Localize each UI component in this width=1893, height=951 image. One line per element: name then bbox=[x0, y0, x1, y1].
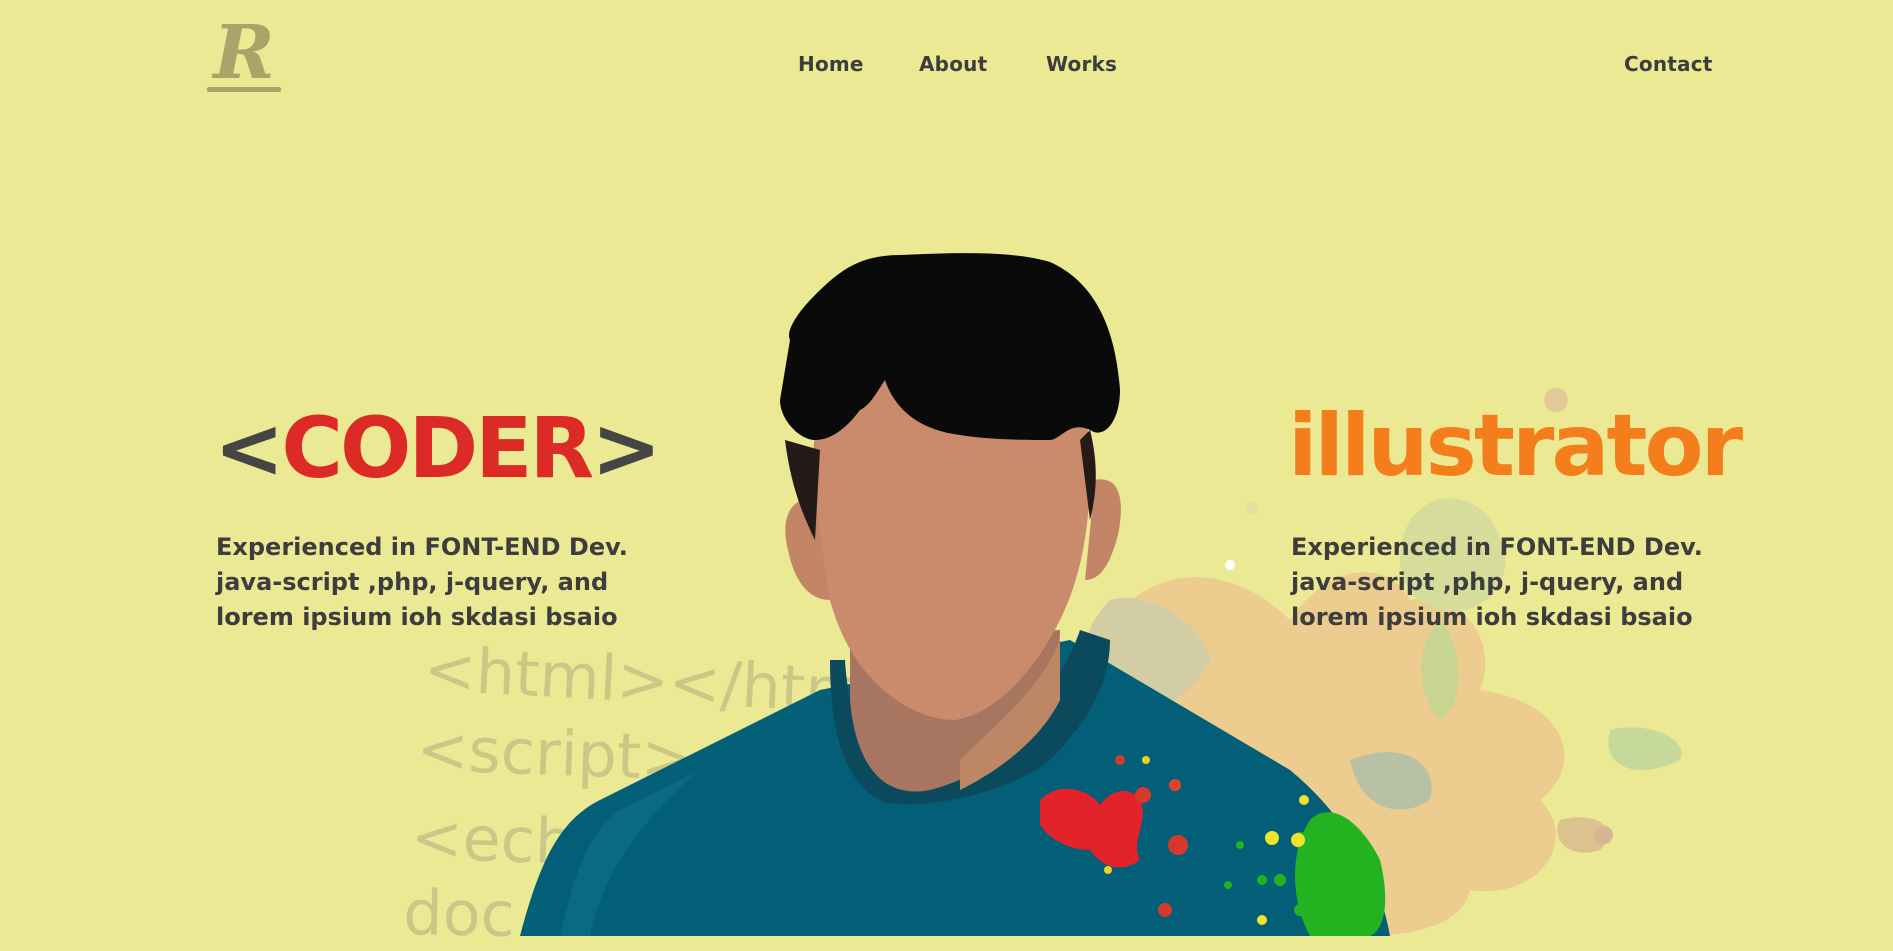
illustrator-desc-line-1: Experienced in FONT-END Dev. bbox=[1291, 533, 1703, 561]
illustrator-desc-line-2: java-script ,php, j-query, and bbox=[1291, 568, 1684, 596]
illustrator-title: illustrator bbox=[1288, 396, 1743, 496]
illustrator-desc-line-3: lorem ipsium ioh skdasi bsaio bbox=[1291, 603, 1693, 631]
coder-desc-line-2: java-script ,php, j-query, and bbox=[216, 568, 609, 596]
illustrator-description: Experienced in FONT-END Dev. java-script… bbox=[1291, 530, 1703, 635]
coder-description: Experienced in FONT-END Dev. java-script… bbox=[216, 530, 628, 635]
coder-desc-line-1: Experienced in FONT-END Dev. bbox=[216, 533, 628, 561]
hair bbox=[780, 253, 1120, 440]
coder-bracket-close: > bbox=[591, 399, 661, 497]
coder-title: CODER bbox=[281, 399, 594, 497]
coder-heading: <CODER> bbox=[214, 399, 662, 497]
coder-bracket-open: < bbox=[214, 399, 284, 497]
coder-desc-line-3: lorem ipsium ioh skdasi bsaio bbox=[216, 603, 618, 631]
